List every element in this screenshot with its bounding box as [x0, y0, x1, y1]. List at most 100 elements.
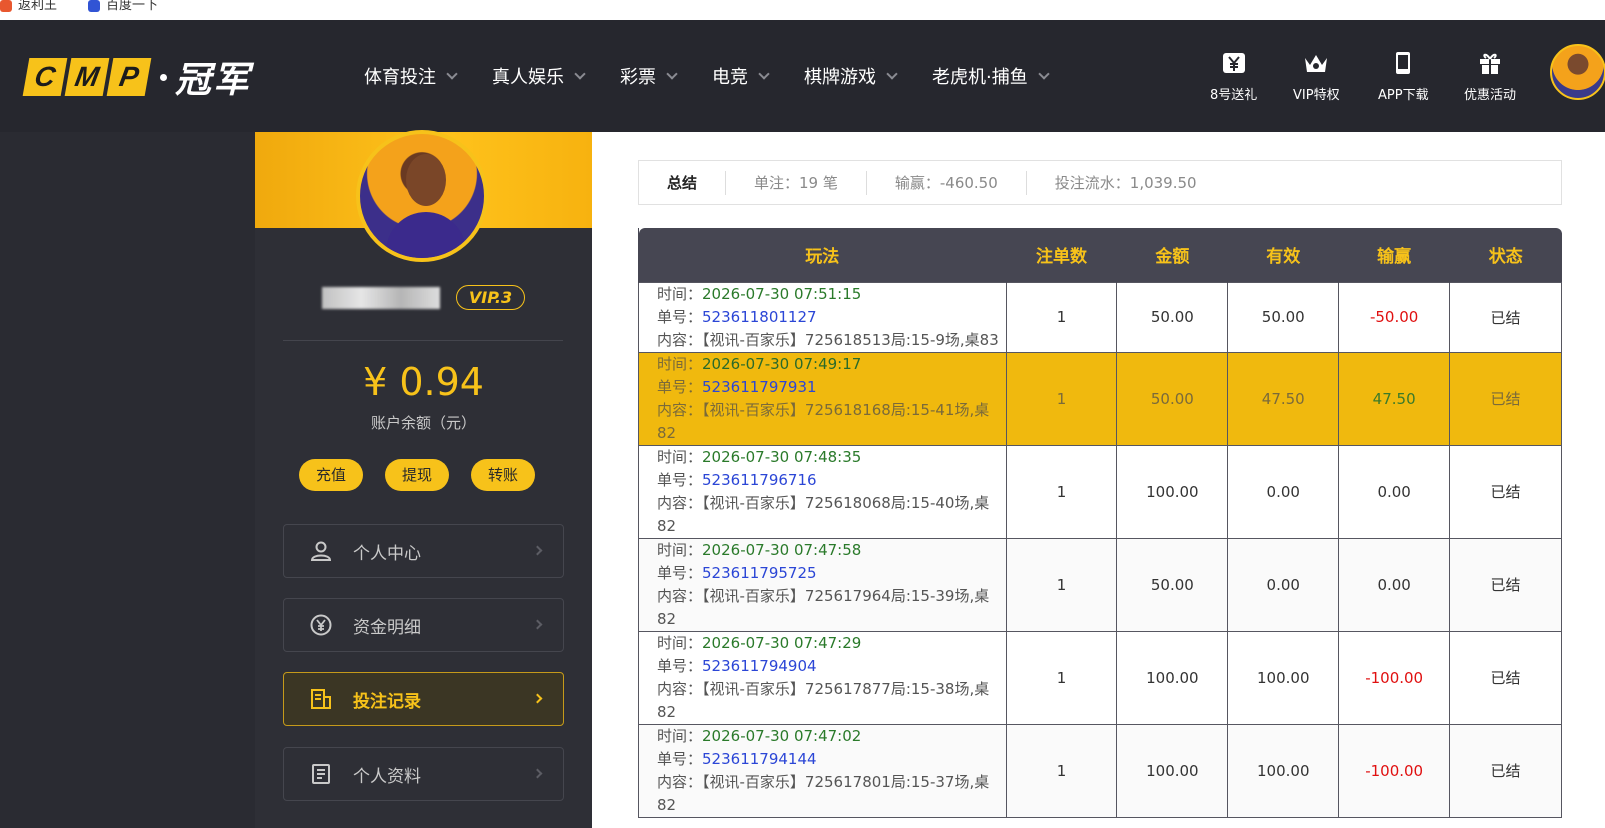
bet-content: 【视讯-百家乐】725617877局:15-38场,桌82: [657, 679, 990, 721]
table-row[interactable]: 时间：2026-07-30 07:47:29 单号：523611794904 内…: [638, 630, 1562, 725]
logo-dot: [160, 73, 167, 81]
bet-status: 已结: [1449, 630, 1562, 725]
nav-label: 彩票: [620, 67, 656, 88]
col-header-amount: 金额: [1116, 228, 1228, 282]
bet-info: 时间：2026-07-30 07:48:35 单号：523611796716 内…: [638, 444, 1007, 539]
menu-personal-center[interactable]: 个人中心: [283, 524, 564, 578]
bet-time: 2026-07-30 07:49:17: [702, 354, 862, 373]
bet-valid: 50.00: [1227, 281, 1340, 353]
bet-content: 【视讯-百家乐】725618513局:15-9场,桌83: [702, 330, 999, 349]
table-row[interactable]: 时间：2026-07-30 07:48:35 单号：523611796716 内…: [638, 444, 1562, 539]
bet-content: 【视讯-百家乐】725617964局:15-39场,桌82: [657, 586, 990, 628]
nav-slots-fishing[interactable]: 老虎机·捕鱼: [932, 63, 1050, 89]
order-label: 单号：: [657, 656, 703, 675]
balance-amount: ¥ 0.94: [363, 360, 484, 404]
menu-bet-records[interactable]: 投注记录: [283, 672, 564, 726]
gift-icon: [1480, 53, 1500, 74]
nav-label: 老虎机·捕鱼: [932, 67, 1028, 88]
bet-amount: 100.00: [1116, 630, 1229, 725]
bet-valid: 100.00: [1227, 630, 1340, 725]
time-label: 时间：: [657, 726, 703, 745]
quick-label: VIP特权: [1293, 88, 1340, 103]
username-blurred: [321, 286, 440, 309]
deposit-button[interactable]: 充值: [299, 459, 363, 491]
nav-label: 棋牌游戏: [804, 67, 876, 88]
bookmark-icon: [0, 0, 12, 12]
bet-info: 时间：2026-07-30 07:47:29 单号：523611794904 内…: [638, 630, 1007, 725]
bet-winloss: -50.00: [1338, 281, 1451, 353]
bet-amount: 50.00: [1116, 537, 1229, 632]
table-row[interactable]: 时间：2026-07-30 07:51:15 单号：523611801127 内…: [638, 281, 1562, 353]
quick-promotions[interactable]: 优惠活动: [1464, 50, 1516, 103]
menu-fund-details[interactable]: 资金明细: [283, 598, 564, 652]
bet-info: 时间：2026-07-30 07:47:02 单号：523611794144 内…: [638, 723, 1007, 818]
order-label: 单号：: [657, 307, 703, 326]
money-cycle-icon: [310, 614, 332, 636]
nav-esports[interactable]: 电竞: [712, 63, 770, 89]
order-number[interactable]: 523611796716: [702, 471, 817, 489]
bet-status: 已结: [1449, 537, 1562, 632]
avatar-face: [406, 154, 446, 206]
bookmark-item[interactable]: 百度一下: [88, 0, 158, 13]
order-number[interactable]: 523611794904: [702, 657, 817, 675]
menu-label: 个人资料: [353, 766, 421, 787]
nav-sports[interactable]: 体育投注: [364, 63, 458, 89]
bet-amount: 100.00: [1116, 444, 1229, 539]
content-label: 内容：: [657, 400, 703, 419]
order-number[interactable]: 523611797931: [702, 378, 817, 396]
table-row[interactable]: 时间：2026-07-30 07:49:17 单号：523611797931 内…: [638, 351, 1562, 446]
bet-content: 【视讯-百家乐】725618068局:15-40场,桌82: [657, 493, 990, 535]
nav-lottery[interactable]: 彩票: [620, 63, 678, 89]
bet-count: 1: [1005, 281, 1118, 353]
site-logo[interactable]: C M P 冠军: [22, 57, 251, 101]
vip-badge: VIP.3: [455, 285, 526, 310]
content-label: 内容：: [657, 330, 703, 349]
order-number[interactable]: 523611801127: [702, 308, 817, 326]
bet-count: 1: [1005, 630, 1118, 725]
document-icon: [312, 764, 330, 784]
bet-info: 时间：2026-07-30 07:49:17 单号：523611797931 内…: [638, 351, 1007, 446]
withdraw-button[interactable]: 提现: [385, 459, 449, 491]
content-label: 内容：: [657, 586, 703, 605]
bet-content: 【视讯-百家乐】725617801局:15-37场,桌82: [657, 772, 990, 814]
divider: [283, 340, 563, 341]
quick-app[interactable]: APP下载: [1378, 50, 1429, 103]
profile-avatar: [356, 130, 488, 262]
bet-winloss: 0.00: [1338, 444, 1451, 539]
nav-live-casino[interactable]: 真人娱乐: [492, 63, 586, 89]
menu-personal-info[interactable]: 个人资料: [283, 747, 564, 801]
bet-count: 1: [1005, 444, 1118, 539]
bet-amount: 50.00: [1116, 351, 1229, 446]
summary-bar: 总结 单注：19 笔 输赢：-460.50 投注流水：1,039.50: [638, 160, 1562, 205]
bet-status: 已结: [1449, 723, 1562, 818]
bet-info: 时间：2026-07-30 07:51:15 单号：523611801127 内…: [638, 281, 1007, 353]
logo-cmp: C M P: [22, 58, 152, 96]
table-row[interactable]: 时间：2026-07-30 07:47:58 单号：523611795725 内…: [638, 537, 1562, 632]
quick-label: APP下载: [1378, 88, 1429, 103]
main-nav: 体育投注 真人娱乐 彩票 电竞 棋牌游戏 老虎机·捕鱼: [364, 20, 1084, 132]
phone-icon: [1396, 52, 1411, 74]
transfer-button[interactable]: 转账: [471, 459, 535, 491]
quick-8-gift[interactable]: 8号送礼: [1210, 50, 1257, 103]
time-label: 时间：: [657, 354, 703, 373]
bookmark-item[interactable]: 返利王: [0, 0, 57, 13]
logo-letter: C: [22, 58, 68, 96]
nav-card-games[interactable]: 棋牌游戏: [804, 63, 898, 89]
content-label: 内容：: [657, 679, 703, 698]
chevron-down-icon: [1038, 67, 1050, 80]
bet-winloss: -100.00: [1338, 723, 1451, 818]
bookmark-label: 返利王: [18, 0, 58, 13]
order-number[interactable]: 523611795725: [702, 564, 817, 582]
user-avatar[interactable]: [1550, 44, 1605, 100]
order-number[interactable]: 523611794144: [702, 750, 817, 768]
profile-panel: VIP.3 ¥ 0.94 账户余额（元） 充值 提现 转账 个人中心 资金明细 …: [255, 130, 592, 828]
table-row[interactable]: 时间：2026-07-30 07:47:02 单号：523611794144 内…: [638, 723, 1562, 818]
user-icon: [310, 541, 332, 561]
content-label: 内容：: [657, 772, 703, 791]
summary-bets: 单注：19 笔: [726, 170, 867, 195]
col-header-status: 状态: [1449, 228, 1562, 282]
bet-count: 1: [1005, 723, 1118, 818]
quick-vip[interactable]: VIP特权: [1293, 50, 1340, 103]
balance-label: 账户余额（元）: [370, 414, 476, 432]
bet-valid: 0.00: [1227, 537, 1340, 632]
